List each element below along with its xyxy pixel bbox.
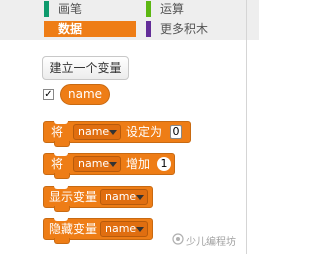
block-prefix: 将 [51, 125, 64, 139]
hide-variable-block[interactable]: 隐藏变量 name [43, 218, 153, 244]
dropdown-arrow-icon [136, 227, 144, 232]
dropdown-value: name [78, 157, 110, 170]
category-pen[interactable]: 画笔 [44, 1, 136, 17]
category-label: 更多积木 [160, 22, 209, 36]
data-color-swatch [44, 21, 49, 37]
category-operators[interactable]: 运算 [146, 1, 238, 17]
change-value-input[interactable]: 1 [157, 157, 171, 171]
operators-color-swatch [146, 1, 151, 17]
dropdown-arrow-icon [109, 130, 117, 135]
block-bump [54, 141, 70, 147]
dropdown-value: name [105, 190, 137, 203]
pen-color-swatch [44, 1, 49, 17]
watermark-icon [172, 233, 184, 245]
dropdown-value: name [78, 125, 110, 138]
scroll-divider [246, 0, 247, 254]
dropdown-arrow-icon [136, 195, 144, 200]
more-blocks-color-swatch [146, 21, 151, 37]
block-bump [54, 206, 70, 212]
dropdown-arrow-icon [109, 162, 117, 167]
block-bump [54, 238, 70, 244]
change-variable-block[interactable]: 将 name 增加 1 [43, 153, 175, 179]
variable-dropdown[interactable]: name [100, 189, 148, 205]
set-variable-block[interactable]: 将 name 设定为 0 [43, 121, 191, 147]
block-action: 增加 [126, 157, 151, 171]
category-data[interactable]: 数据 [44, 21, 136, 37]
block-action: 设定为 [126, 125, 163, 139]
block-bump [54, 173, 70, 179]
category-label: 数据 [58, 22, 83, 36]
watermark-text: 少儿编程坊 [186, 237, 236, 248]
block-label: 隐藏变量 [49, 222, 98, 236]
dropdown-value: name [105, 222, 137, 235]
variable-checkbox[interactable]: ✓ [43, 89, 54, 100]
block-label: 显示变量 [49, 190, 98, 204]
variable-reporter[interactable]: name [60, 84, 110, 105]
set-value-input[interactable]: 0 [170, 125, 182, 139]
make-variable-button[interactable]: 建立一个变量 [42, 56, 129, 80]
category-label: 运算 [160, 2, 185, 16]
category-more-blocks[interactable]: 更多积木 [146, 21, 238, 37]
block-prefix: 将 [51, 157, 64, 171]
variable-dropdown[interactable]: name [100, 221, 148, 237]
show-variable-block[interactable]: 显示变量 name [43, 186, 153, 212]
variable-dropdown[interactable]: name [73, 156, 121, 172]
variable-dropdown[interactable]: name [73, 124, 121, 140]
category-label: 画笔 [58, 2, 83, 16]
